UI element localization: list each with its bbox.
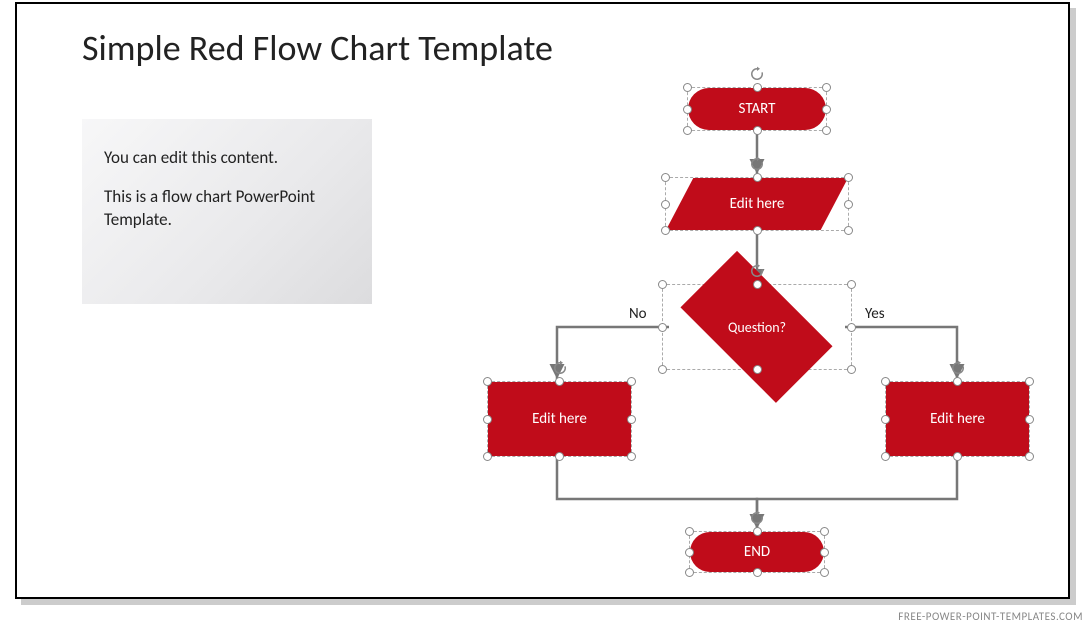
no-branch-label: No (629, 305, 647, 323)
left-process-label: Edit here (532, 410, 587, 428)
resize-handle[interactable] (1025, 452, 1034, 461)
right-process-label: Edit here (930, 410, 985, 428)
resize-handle[interactable] (847, 365, 856, 374)
resize-handle[interactable] (658, 280, 667, 289)
resize-handle[interactable] (881, 377, 890, 386)
resize-handle[interactable] (555, 377, 564, 386)
resize-handle[interactable] (683, 126, 692, 135)
resize-handle[interactable] (483, 377, 492, 386)
resize-handle[interactable] (683, 83, 692, 92)
resize-handle[interactable] (1025, 415, 1034, 424)
resize-handle[interactable] (844, 173, 853, 182)
resize-handle[interactable] (953, 452, 962, 461)
resize-handle[interactable] (822, 105, 831, 114)
resize-handle[interactable] (753, 365, 762, 374)
resize-handle[interactable] (661, 200, 670, 209)
flowchart-area: START Edit here Question? (447, 59, 1057, 589)
resize-handle[interactable] (658, 365, 667, 374)
input-node[interactable]: Edit here (665, 177, 849, 231)
resize-handle[interactable] (753, 83, 762, 92)
resize-handle[interactable] (685, 548, 694, 557)
resize-handle[interactable] (627, 415, 636, 424)
resize-handle[interactable] (822, 126, 831, 135)
rotate-handle-icon[interactable] (749, 156, 765, 172)
resize-handle[interactable] (685, 568, 694, 577)
resize-handle[interactable] (847, 280, 856, 289)
resize-handle[interactable] (953, 377, 962, 386)
input-label: Edit here (730, 195, 785, 213)
resize-handle[interactable] (661, 173, 670, 182)
resize-handle[interactable] (820, 527, 829, 536)
textbox-line-2: This is a flow chart PowerPoint Template… (104, 186, 350, 232)
start-label: START (739, 100, 776, 118)
resize-handle[interactable] (847, 323, 856, 332)
decision-label: Question? (728, 319, 786, 336)
resize-handle[interactable] (820, 548, 829, 557)
resize-handle[interactable] (1025, 377, 1034, 386)
resize-handle[interactable] (483, 452, 492, 461)
resize-handle[interactable] (822, 83, 831, 92)
resize-handle[interactable] (627, 377, 636, 386)
watermark: FREE-POWER-POINT-TEMPLATES.COM (898, 610, 1083, 623)
decision-node[interactable]: Question? (662, 284, 852, 370)
resize-handle[interactable] (844, 226, 853, 235)
resize-handle[interactable] (685, 527, 694, 536)
rotate-handle-icon[interactable] (749, 66, 765, 82)
resize-handle[interactable] (683, 105, 692, 114)
resize-handle[interactable] (753, 173, 762, 182)
resize-handle[interactable] (658, 323, 667, 332)
resize-handle[interactable] (753, 126, 762, 135)
resize-handle[interactable] (820, 568, 829, 577)
rotate-handle-icon[interactable] (749, 510, 765, 526)
resize-handle[interactable] (483, 415, 492, 424)
resize-handle[interactable] (627, 452, 636, 461)
resize-handle[interactable] (844, 200, 853, 209)
description-textbox[interactable]: You can edit this content. This is a flo… (82, 119, 372, 304)
resize-handle[interactable] (753, 226, 762, 235)
rotate-handle-icon[interactable] (552, 360, 568, 376)
rotate-handle-icon[interactable] (950, 360, 966, 376)
end-node[interactable]: END (689, 531, 825, 573)
right-process-node[interactable]: Edit here (885, 381, 1030, 457)
rotate-handle-icon[interactable] (749, 263, 765, 279)
end-label: END (744, 543, 770, 561)
start-node[interactable]: START (687, 87, 827, 131)
resize-handle[interactable] (753, 280, 762, 289)
resize-handle[interactable] (881, 415, 890, 424)
resize-handle[interactable] (753, 568, 762, 577)
left-process-node[interactable]: Edit here (487, 381, 632, 457)
resize-handle[interactable] (881, 452, 890, 461)
yes-branch-label: Yes (865, 305, 885, 323)
slide-canvas[interactable]: Simple Red Flow Chart Template You can e… (15, 2, 1070, 599)
resize-handle[interactable] (555, 452, 564, 461)
resize-handle[interactable] (753, 527, 762, 536)
textbox-line-1: You can edit this content. (104, 147, 350, 170)
resize-handle[interactable] (661, 226, 670, 235)
